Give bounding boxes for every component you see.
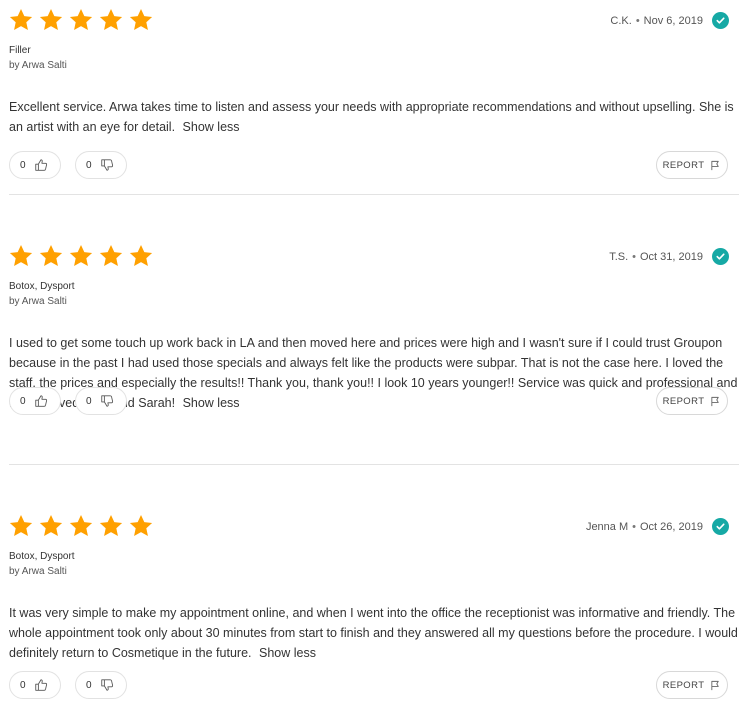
review-meta: Jenna M • Oct 26, 2019 — [586, 518, 729, 535]
review-card: T.S. • Oct 31, 2019 Botox, Dysport by Ar… — [0, 236, 749, 465]
star-icon — [9, 244, 33, 266]
review-body: Excellent service. Arwa takes time to li… — [9, 100, 734, 134]
review-author: T.S. — [609, 250, 629, 263]
thumbs-up-icon — [34, 159, 47, 171]
review-text: Excellent service. Arwa takes time to li… — [9, 97, 739, 137]
star-icon — [39, 244, 63, 266]
star-icon — [129, 244, 153, 266]
report-button[interactable]: REPORT — [656, 387, 728, 415]
report-button[interactable]: REPORT — [656, 671, 728, 699]
review-date: Oct 31, 2019 — [640, 250, 703, 263]
review-divider — [9, 464, 739, 465]
review-card: Jenna M • Oct 26, 2019 Botox, Dysport by… — [0, 506, 749, 726]
report-label: REPORT — [662, 395, 705, 407]
procedure-label: Botox, Dysport — [9, 551, 75, 562]
dislike-button[interactable]: 0 — [75, 151, 127, 179]
review-meta: T.S. • Oct 31, 2019 — [609, 248, 729, 265]
like-count: 0 — [20, 395, 26, 407]
provider-label: by Arwa Salti — [9, 296, 67, 307]
report-label: REPORT — [662, 679, 705, 691]
star-icon — [69, 8, 93, 30]
like-button[interactable]: 0 — [9, 151, 61, 179]
star-icon — [129, 8, 153, 30]
meta-separator: • — [632, 520, 636, 533]
meta-separator: • — [632, 250, 636, 263]
provider-label: by Arwa Salti — [9, 60, 67, 71]
report-label: REPORT — [662, 159, 705, 171]
star-icon — [69, 514, 93, 536]
procedure-label: Botox, Dysport — [9, 281, 75, 292]
like-count: 0 — [20, 159, 26, 171]
like-button[interactable]: 0 — [9, 671, 61, 699]
procedure-label: Filler — [9, 45, 31, 56]
star-icon — [9, 514, 33, 536]
star-icon — [39, 8, 63, 30]
review-body: It was very simple to make my appointmen… — [9, 606, 738, 660]
dislike-button[interactable]: 0 — [75, 387, 127, 415]
dislike-count: 0 — [86, 159, 92, 171]
show-less-link[interactable]: Show less — [259, 646, 316, 660]
report-button[interactable]: REPORT — [656, 151, 728, 179]
check-circle-icon — [712, 248, 729, 265]
show-less-link[interactable]: Show less — [183, 396, 240, 410]
dislike-count: 0 — [86, 395, 92, 407]
flag-icon — [711, 680, 720, 690]
thumbs-up-icon — [34, 679, 47, 691]
review-meta: C.K. • Nov 6, 2019 — [610, 12, 729, 29]
like-button[interactable]: 0 — [9, 387, 61, 415]
check-circle-icon — [712, 518, 729, 535]
star-icon — [99, 244, 123, 266]
review-author: C.K. — [610, 14, 632, 27]
thumbs-down-icon — [100, 679, 113, 691]
review-date: Oct 26, 2019 — [640, 520, 703, 533]
star-icon — [99, 514, 123, 536]
thumbs-up-icon — [34, 395, 47, 407]
star-rating — [8, 7, 154, 33]
dislike-count: 0 — [86, 679, 92, 691]
star-icon — [39, 514, 63, 536]
check-circle-icon — [712, 12, 729, 29]
flag-icon — [711, 160, 720, 170]
show-less-link[interactable]: Show less — [183, 120, 240, 134]
star-rating — [8, 513, 154, 539]
star-icon — [9, 8, 33, 30]
star-icon — [69, 244, 93, 266]
star-icon — [99, 8, 123, 30]
meta-separator: • — [635, 14, 640, 27]
review-text: It was very simple to make my appointmen… — [9, 603, 739, 663]
thumbs-down-icon — [100, 395, 113, 407]
flag-icon — [711, 396, 720, 406]
star-icon — [129, 514, 153, 536]
dislike-button[interactable]: 0 — [75, 671, 127, 699]
review-author: Jenna M — [585, 520, 629, 533]
review-card: C.K. • Nov 6, 2019 Filler by Arwa Salti … — [0, 0, 749, 220]
provider-label: by Arwa Salti — [9, 566, 67, 577]
review-date: Nov 6, 2019 — [643, 14, 703, 27]
review-divider — [9, 194, 739, 195]
star-rating — [8, 243, 154, 269]
thumbs-down-icon — [100, 159, 113, 171]
like-count: 0 — [20, 679, 26, 691]
